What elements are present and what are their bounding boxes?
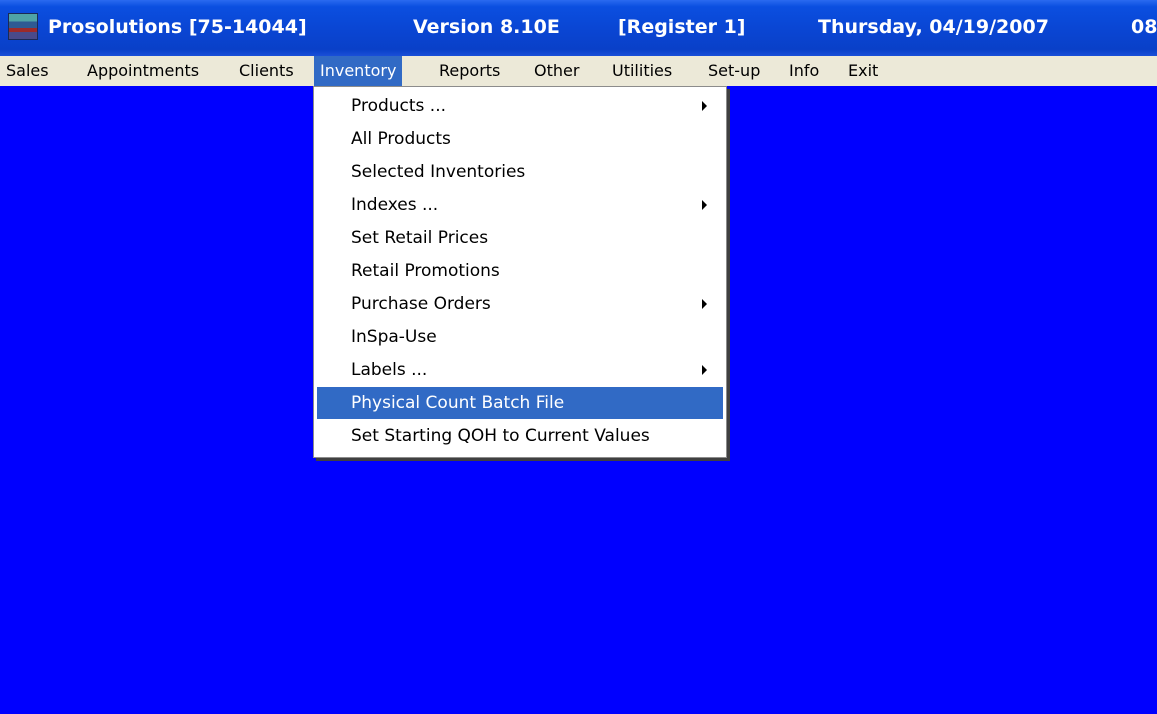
time-label: 08: [1131, 16, 1157, 38]
menu-item-label: Physical Count Batch File: [351, 393, 565, 413]
menu-item-retail-promotions[interactable]: Retail Promotions: [317, 255, 723, 287]
menu-item-products[interactable]: Products ...: [317, 90, 723, 122]
menu-inventory[interactable]: Inventory: [314, 56, 403, 86]
submenu-arrow-icon: [702, 365, 707, 375]
menu-item-label: Set Starting QOH to Current Values: [351, 426, 650, 446]
app-logo-icon[interactable]: [8, 13, 38, 40]
app-title: Prosolutions [75-14044]: [48, 16, 307, 38]
menu-item-set-retail-prices[interactable]: Set Retail Prices: [317, 222, 723, 254]
menu-bar: Sales Appointments Clients Inventory Rep…: [0, 56, 1157, 86]
submenu-arrow-icon: [702, 101, 707, 111]
menu-item-physical-count-batch-file[interactable]: Physical Count Batch File: [317, 387, 723, 419]
menu-exit[interactable]: Exit: [842, 56, 884, 86]
menu-item-label: InSpa-Use: [351, 327, 437, 347]
menu-item-set-starting-qoh[interactable]: Set Starting QOH to Current Values: [317, 420, 723, 452]
inventory-dropdown-menu: Products ... All Products Selected Inven…: [313, 86, 727, 458]
menu-item-label: Selected Inventories: [351, 162, 526, 182]
menu-item-label: Purchase Orders: [351, 294, 491, 314]
menu-item-indexes[interactable]: Indexes ...: [317, 189, 723, 221]
menu-item-label: All Products: [351, 129, 451, 149]
submenu-arrow-icon: [702, 299, 707, 309]
menu-item-label: Indexes ...: [351, 195, 439, 215]
menu-item-selected-inventories[interactable]: Selected Inventories: [317, 156, 723, 188]
app-window: Prosolutions [75-14044] Version 8.10E [R…: [0, 0, 1157, 714]
menu-item-label: Retail Promotions: [351, 261, 500, 281]
menu-other[interactable]: Other: [528, 56, 585, 86]
menu-item-labels[interactable]: Labels ...: [317, 354, 723, 386]
submenu-arrow-icon: [702, 200, 707, 210]
menu-item-label: Products ...: [351, 96, 447, 116]
menu-utilities[interactable]: Utilities: [606, 56, 678, 86]
menu-item-label: Labels ...: [351, 360, 428, 380]
title-bar: Prosolutions [75-14044] Version 8.10E [R…: [0, 0, 1157, 56]
menu-item-all-products[interactable]: All Products: [317, 123, 723, 155]
register-label: [Register 1]: [618, 16, 746, 38]
date-label: Thursday, 04/19/2007: [818, 16, 1049, 38]
menu-setup[interactable]: Set-up: [702, 56, 766, 86]
version-label: Version 8.10E: [413, 16, 560, 38]
menu-clients[interactable]: Clients: [233, 56, 300, 86]
menu-appointments[interactable]: Appointments: [81, 56, 205, 86]
menu-reports[interactable]: Reports: [433, 56, 506, 86]
menu-item-label: Set Retail Prices: [351, 228, 489, 248]
menu-item-purchase-orders[interactable]: Purchase Orders: [317, 288, 723, 320]
menu-item-inspa-use[interactable]: InSpa-Use: [317, 321, 723, 353]
menu-info[interactable]: Info: [783, 56, 825, 86]
menu-sales[interactable]: Sales: [0, 56, 55, 86]
